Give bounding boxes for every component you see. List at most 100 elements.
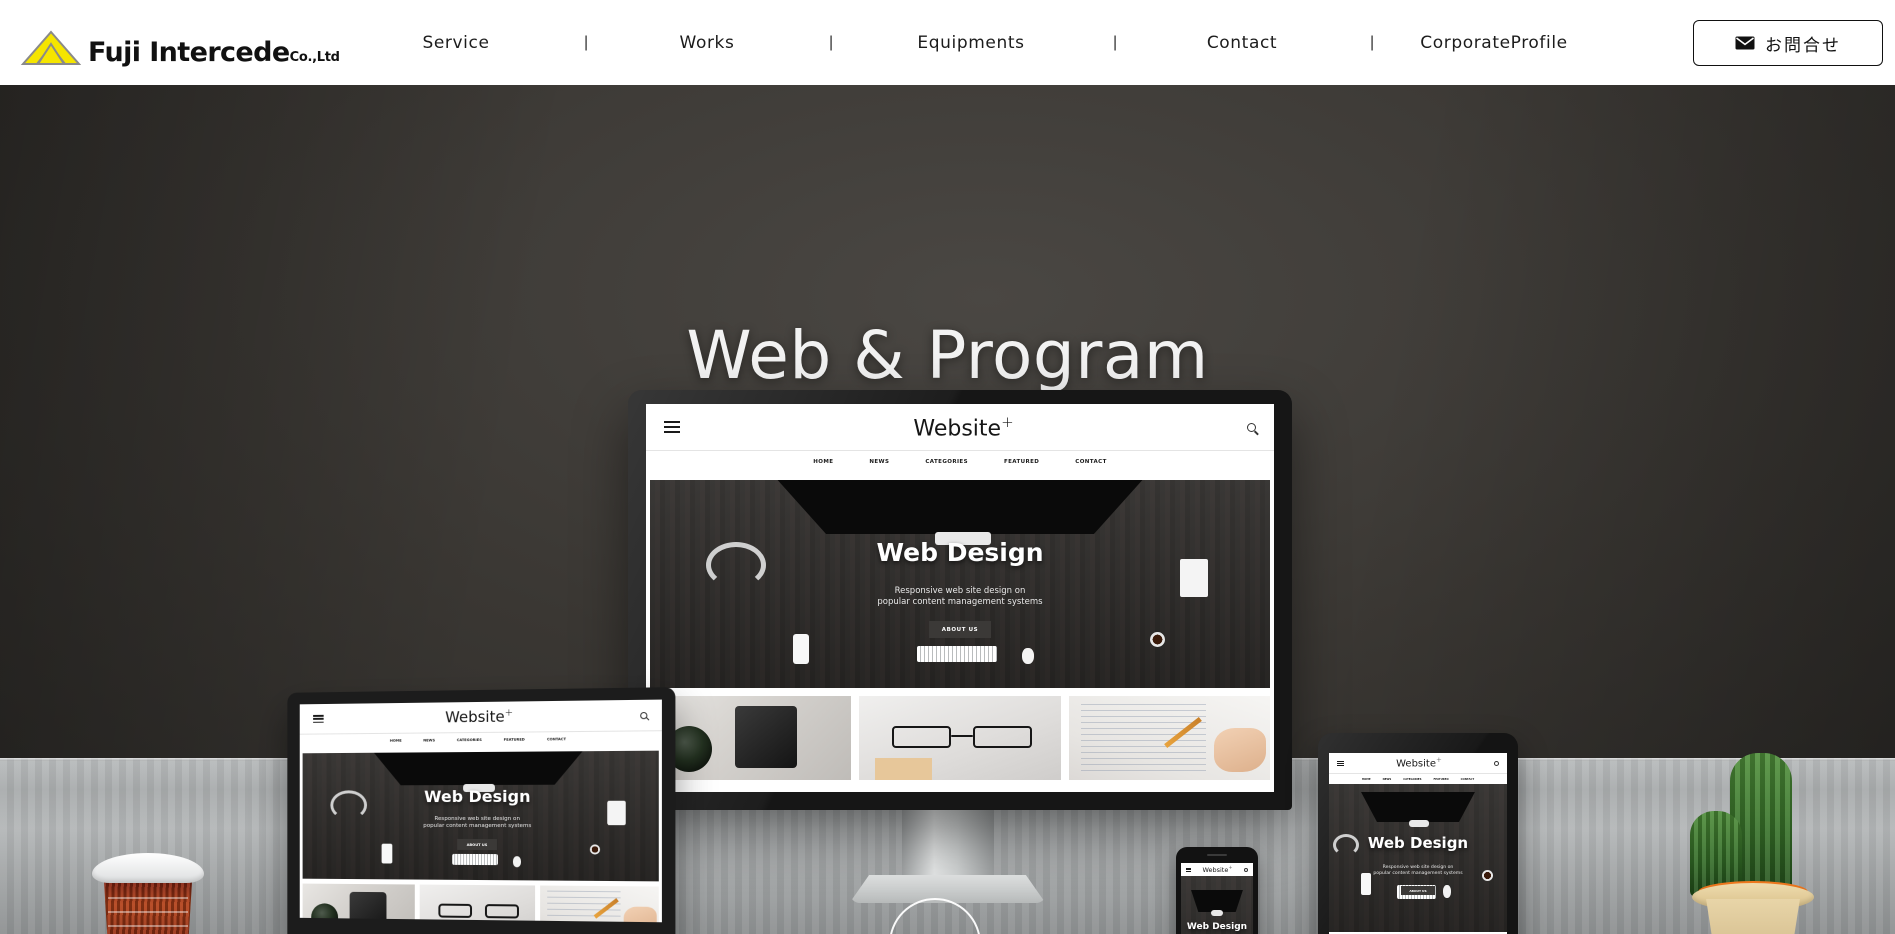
banner-description: Responsive web site design on popular con… (877, 586, 1043, 608)
banner-heading: Web Design (1367, 834, 1469, 853)
contact-button[interactable]: お問合せ (1693, 20, 1883, 66)
banner-phone (381, 843, 393, 864)
camera-thumbnail[interactable] (650, 696, 852, 780)
main-navigation: Service | Works | Equipments | Contact |… (410, 0, 1584, 85)
banner-monitor-shape (371, 751, 585, 786)
mockup-logo: Website+ (445, 707, 514, 727)
banner-monitor-stand (1409, 820, 1429, 827)
mockup-nav-categories[interactable]: CATEGORIES (457, 738, 482, 742)
banner-monitor-shape (774, 480, 1146, 534)
mockup-banner: Web Design Responsive web site design on… (1329, 784, 1507, 932)
banner-monitor-shape (1191, 890, 1243, 912)
mockup-header: Website+ (1181, 863, 1253, 876)
hamburger-menu-icon[interactable] (1337, 760, 1344, 766)
mockup-logo: Website+ (913, 412, 1014, 442)
mockup-nav-news[interactable]: NEWS (869, 459, 889, 465)
banner-monitor-stand (1211, 910, 1223, 916)
mockup-banner: Web Design Responsive web site design on… (650, 480, 1270, 688)
website-mockup-laptop: Website+ HOME NEWS CATEGORIES FEATURED C… (299, 699, 662, 923)
nav-item-contact[interactable]: Contact (1196, 33, 1288, 53)
mockup-nav: HOME NEWS CATEGORIES FEATURED CONTACT (1329, 773, 1507, 784)
mockup-nav-contact[interactable]: CONTACT (1075, 459, 1106, 465)
mockup-nav-news[interactable]: NEWS (423, 738, 435, 742)
mockup-nav: HOME NEWS CATEGORIES FEATURED CONTACT (646, 450, 1274, 472)
monitor-neck (901, 810, 994, 882)
nav-item-works[interactable]: Works (667, 33, 747, 53)
hamburger-menu-icon[interactable] (1186, 867, 1191, 872)
search-icon[interactable] (1494, 760, 1499, 766)
banner-heading: Web Design (1186, 922, 1248, 933)
banner-about-button[interactable]: ABOUT US (1401, 886, 1435, 896)
website-mockup-tablet: Website+ HOME NEWS CATEGORIES FEATURED C… (1329, 753, 1507, 934)
nav-separator: | (829, 33, 834, 51)
desktop-monitor: Website+ HOME NEWS CATEGORIES FEATURED C… (628, 390, 1292, 810)
banner-mouse (1442, 884, 1451, 898)
banner-description: Responsive web site design on popular con… (423, 815, 532, 830)
writing-hand-thumbnail[interactable] (540, 885, 659, 923)
search-icon[interactable] (1244, 867, 1248, 872)
banner-keyboard (916, 646, 998, 663)
banner-coffee (1149, 631, 1165, 647)
mockup-thumbnails (302, 883, 659, 923)
nav-item-corporate-profile[interactable]: CorporateProfile (1404, 33, 1584, 53)
banner-mouse (512, 855, 521, 867)
mockup-nav-home[interactable]: HOME (813, 459, 833, 465)
mockup-nav-contact[interactable]: CONTACT (1461, 778, 1475, 781)
mockup-nav-featured[interactable]: FEATURED (1004, 459, 1039, 465)
mockup-nav-contact[interactable]: CONTACT (547, 737, 566, 741)
mockup-banner: Web Design Responsive web site design on… (1181, 876, 1253, 934)
nav-item-service[interactable]: Service (410, 33, 502, 53)
banner-about-button[interactable]: ABOUT US (457, 838, 497, 851)
banner-about-button[interactable]: ABOUT US (929, 621, 991, 639)
mockup-header: Website+ (646, 404, 1274, 450)
cactus-plant (1678, 753, 1828, 934)
mockup-nav-featured[interactable]: FEATURED (504, 738, 525, 742)
mockup-nav-categories[interactable]: CATEGORIES (1403, 778, 1421, 781)
hero-title: Web & Program (686, 317, 1209, 394)
laptop: Website+ HOME NEWS CATEGORIES FEATURED C… (272, 687, 676, 934)
banner-monitor-shape (1361, 792, 1475, 822)
coffee-cup (92, 853, 204, 934)
banner-heading: Web Design (876, 538, 1044, 568)
laptop-screen: Website+ HOME NEWS CATEGORIES FEATURED C… (299, 699, 662, 923)
smartphone: Website+ Web Design Responsive web site … (1176, 847, 1258, 934)
brand-suffix: Co.,Ltd (289, 50, 340, 65)
laptop-lid: Website+ HOME NEWS CATEGORIES FEATURED C… (287, 687, 676, 934)
hero-section: Web & Program ウエブ制作 & プログラム開発 Website+ (0, 85, 1895, 934)
hamburger-menu-icon[interactable] (664, 421, 680, 433)
brand-logo[interactable]: Fuji Intercede Co.,Ltd (20, 30, 340, 66)
phone-screen: Website+ Web Design Responsive web site … (1181, 863, 1253, 934)
envelope-icon (1735, 36, 1755, 50)
search-icon[interactable] (1247, 422, 1259, 436)
pot-body (1706, 899, 1800, 934)
brand-name: Fuji Intercede (88, 37, 290, 68)
mockup-logo: Website+ (1396, 756, 1442, 770)
nav-separator: | (1370, 33, 1375, 51)
page-root: Fuji Intercede Co.,Ltd Service | Works |… (0, 0, 1895, 934)
nav-separator: | (1113, 33, 1118, 51)
camera-thumbnail[interactable] (302, 883, 415, 923)
mockup-nav-home[interactable]: HOME (1362, 778, 1371, 781)
glasses-thumbnail[interactable] (419, 884, 536, 923)
mockup-header: Website+ (299, 699, 662, 734)
search-icon[interactable] (640, 711, 650, 721)
banner-coffee (589, 844, 600, 855)
site-header: Fuji Intercede Co.,Ltd Service | Works |… (0, 0, 1895, 85)
nav-separator: | (584, 33, 589, 51)
coffee-cup-lid (92, 853, 204, 883)
phone-speaker (1207, 854, 1227, 856)
glasses-thumbnail[interactable] (859, 696, 1061, 780)
mockup-nav-featured[interactable]: FEATURED (1433, 778, 1448, 781)
chevron-down-icon (910, 916, 960, 934)
coffee-cup-body (103, 879, 193, 934)
writing-hand-thumbnail[interactable] (1068, 696, 1270, 780)
banner-phone (792, 633, 809, 664)
mockup-nav-home[interactable]: HOME (390, 739, 402, 743)
website-mockup-phone: Website+ Web Design Responsive web site … (1181, 863, 1253, 934)
hamburger-menu-icon[interactable] (313, 714, 324, 723)
mockup-banner: Web Design Responsive web site design on… (302, 750, 659, 882)
mountain-logo-icon (20, 30, 82, 66)
mockup-nav-news[interactable]: NEWS (1383, 778, 1392, 781)
mockup-nav-categories[interactable]: CATEGORIES (925, 459, 968, 465)
nav-item-equipments[interactable]: Equipments (911, 33, 1031, 53)
